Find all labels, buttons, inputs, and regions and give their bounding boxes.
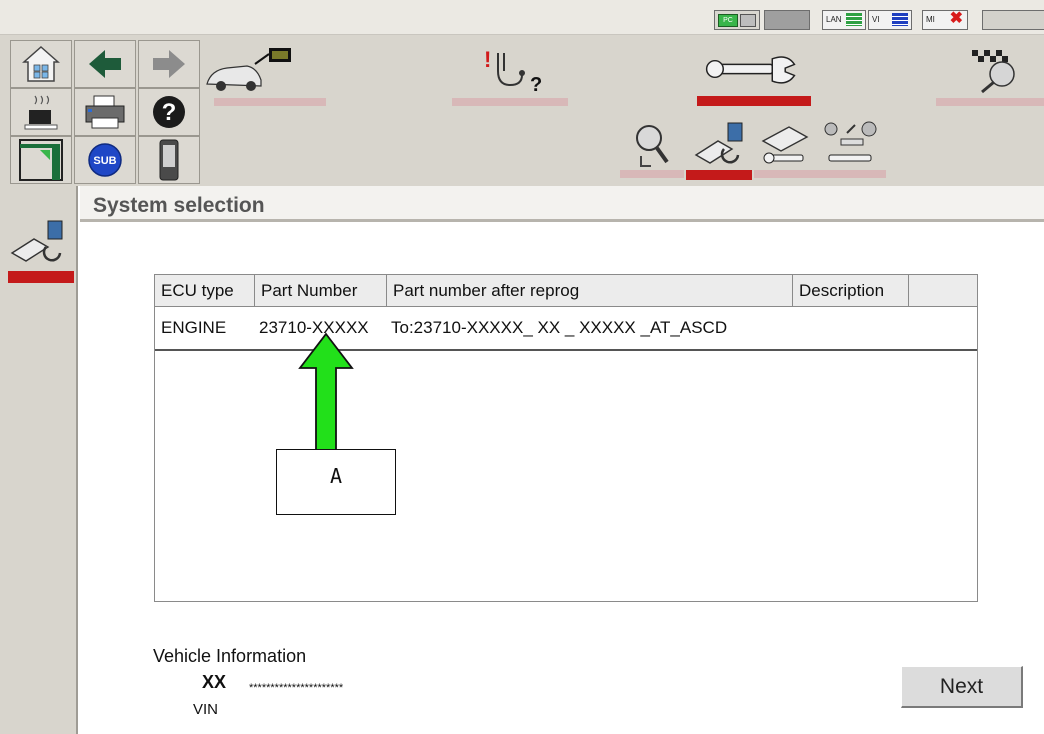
handheld-device-icon bbox=[159, 139, 179, 181]
mi-label: MI bbox=[926, 15, 935, 24]
after-reprog-prefix: To:23710- bbox=[391, 318, 467, 337]
question-glyph: ? bbox=[530, 74, 542, 96]
sub-label: SUB bbox=[93, 155, 116, 167]
window-resize-icon bbox=[19, 139, 63, 181]
sub-icon: SUB bbox=[88, 143, 122, 177]
after-reprog-suffix: _AT_ASCD bbox=[635, 318, 728, 337]
page-title: System selection bbox=[93, 194, 265, 217]
alert-glyph: ! bbox=[484, 47, 491, 72]
annotation-arrow bbox=[298, 332, 354, 451]
magnifier-icon bbox=[636, 125, 669, 167]
blank-indicator bbox=[764, 10, 810, 30]
sub-button[interactable]: SUB bbox=[74, 136, 136, 184]
tab-race[interactable] bbox=[946, 36, 1044, 102]
status-field bbox=[982, 10, 1044, 30]
ecu-reprog-icon bbox=[10, 220, 63, 262]
wrench-icon bbox=[705, 56, 796, 84]
tab-repair[interactable] bbox=[702, 36, 800, 102]
stethoscope-icon: ! ? bbox=[484, 47, 542, 96]
sidebar-active-indicator bbox=[8, 271, 74, 283]
subtab-ecu-replace-underline bbox=[754, 170, 820, 178]
subtab-parts-underline bbox=[820, 170, 886, 178]
header-description[interactable]: Description bbox=[793, 275, 909, 307]
vin-value: ********************** bbox=[249, 682, 344, 694]
pc-plug-icon: PC bbox=[718, 14, 738, 27]
ecu-reprog-icon bbox=[694, 122, 743, 164]
help-button[interactable]: ? bbox=[138, 88, 200, 136]
tab-diagnosis[interactable]: ! ? bbox=[460, 40, 558, 106]
arrow-right-icon bbox=[153, 50, 185, 78]
next-button[interactable]: Next bbox=[901, 666, 1023, 708]
subtab-search[interactable] bbox=[620, 118, 684, 172]
status-strip: PC LAN VI MI ✖ bbox=[0, 0, 1044, 35]
signal-bars-icon bbox=[740, 14, 756, 27]
ecu-wrench-icon bbox=[761, 126, 809, 164]
header-extra bbox=[909, 275, 977, 307]
subtab-ecu-replace[interactable] bbox=[754, 118, 818, 172]
vi-stack-icon bbox=[892, 13, 908, 26]
subtab-parts[interactable] bbox=[820, 118, 884, 172]
home-button[interactable] bbox=[10, 40, 72, 88]
arrow-left-icon bbox=[89, 50, 121, 78]
subtab-search-underline bbox=[620, 170, 684, 178]
mi-indicator: MI ✖ bbox=[922, 10, 968, 30]
vehicle-info-heading: Vehicle Information bbox=[153, 646, 307, 666]
help-icon: ? bbox=[153, 96, 185, 128]
tab-race-underline bbox=[936, 98, 1044, 106]
car-monitor-icon bbox=[206, 48, 291, 91]
pc-connection-indicator: PC bbox=[714, 10, 760, 30]
screen-capture-button[interactable] bbox=[10, 88, 72, 136]
help-glyph: ? bbox=[162, 99, 177, 126]
window-button[interactable] bbox=[10, 136, 72, 184]
lan-indicator: LAN bbox=[822, 10, 866, 30]
header-part-number[interactable]: Part Number bbox=[255, 275, 387, 307]
forward-button[interactable] bbox=[138, 40, 200, 88]
cell-ecu-type: ENGINE bbox=[161, 318, 227, 337]
left-sidebar bbox=[0, 186, 78, 734]
after-reprog-rest: XXXXX_ XX _ XXXXX bbox=[466, 318, 636, 337]
system-table: ECU type Part Number Part number after r… bbox=[154, 274, 978, 602]
back-button[interactable] bbox=[74, 40, 136, 88]
lan-stack-icon bbox=[846, 13, 862, 26]
subtab-reprogramming-underline bbox=[686, 170, 752, 180]
checkered-flag-icon bbox=[972, 50, 1015, 94]
vi-indicator: VI bbox=[868, 10, 912, 30]
lan-label: LAN bbox=[826, 15, 842, 24]
vehicle-model: XX bbox=[202, 672, 227, 692]
cell-part-number-after-reprog: To:23710-XXXXX_ XX _ XXXXX _AT_ASCD bbox=[391, 307, 727, 349]
header-part-number-after-reprog[interactable]: Part number after reprog bbox=[387, 275, 793, 307]
vi-label: VI bbox=[872, 15, 880, 24]
table-header: ECU type Part Number Part number after r… bbox=[155, 275, 977, 307]
tab-diagnosis-underline bbox=[452, 98, 568, 106]
cup-icon bbox=[24, 95, 58, 130]
home-icon bbox=[22, 45, 60, 82]
printer-icon bbox=[85, 95, 125, 129]
print-button[interactable] bbox=[74, 88, 136, 136]
header-ecu-type[interactable]: ECU type bbox=[155, 275, 255, 307]
subtab-reprogramming[interactable] bbox=[688, 118, 752, 172]
device-button[interactable] bbox=[138, 136, 200, 184]
sidebar-reprogramming-button[interactable] bbox=[8, 218, 70, 266]
parts-icon bbox=[824, 121, 877, 162]
tab-vehicle-connect[interactable] bbox=[198, 36, 296, 102]
annotation-callout: A bbox=[276, 449, 396, 515]
tab-repair-underline bbox=[697, 96, 811, 106]
disconnected-x-icon: ✖ bbox=[949, 10, 963, 27]
table-row[interactable]: ENGINE 23710-XXXXX To:23710-XXXXX_ XX _ … bbox=[155, 307, 977, 351]
tab-vehicle-connect-underline bbox=[214, 98, 326, 106]
vin-label: VIN bbox=[193, 701, 219, 718]
